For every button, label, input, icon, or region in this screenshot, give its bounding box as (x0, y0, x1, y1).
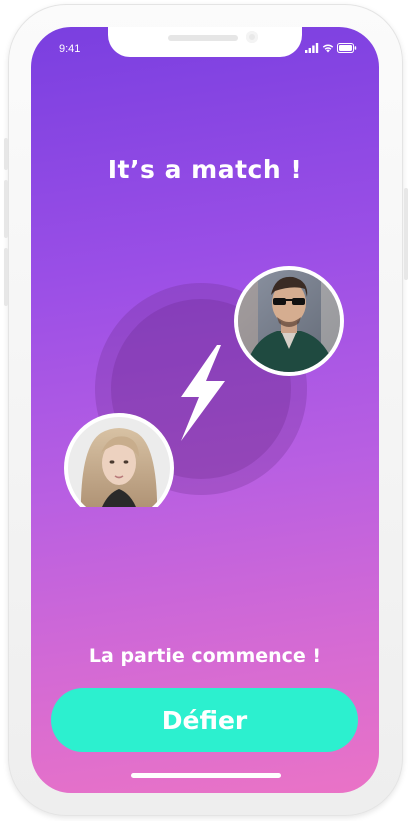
home-indicator[interactable] (131, 773, 281, 778)
game-starts-text: La partie commence ! (88, 645, 322, 667)
notch (108, 27, 302, 57)
volume-up-button (4, 180, 8, 238)
match-title: It’s a match ! (107, 155, 303, 184)
challenge-button[interactable]: Défier (51, 688, 358, 752)
signal-icon (305, 43, 319, 53)
speaker-grille (168, 35, 238, 41)
front-camera (246, 31, 258, 43)
wifi-icon (322, 44, 334, 53)
power-button (404, 188, 408, 280)
match-illustration (64, 266, 344, 507)
app-screen: 9:41 It’s a match ! La partie commence !… (31, 27, 379, 793)
battery-icon (337, 43, 357, 53)
status-icons (305, 43, 357, 53)
side-button (4, 138, 8, 170)
volume-down-button (4, 248, 8, 306)
status-time: 9:41 (59, 43, 81, 55)
